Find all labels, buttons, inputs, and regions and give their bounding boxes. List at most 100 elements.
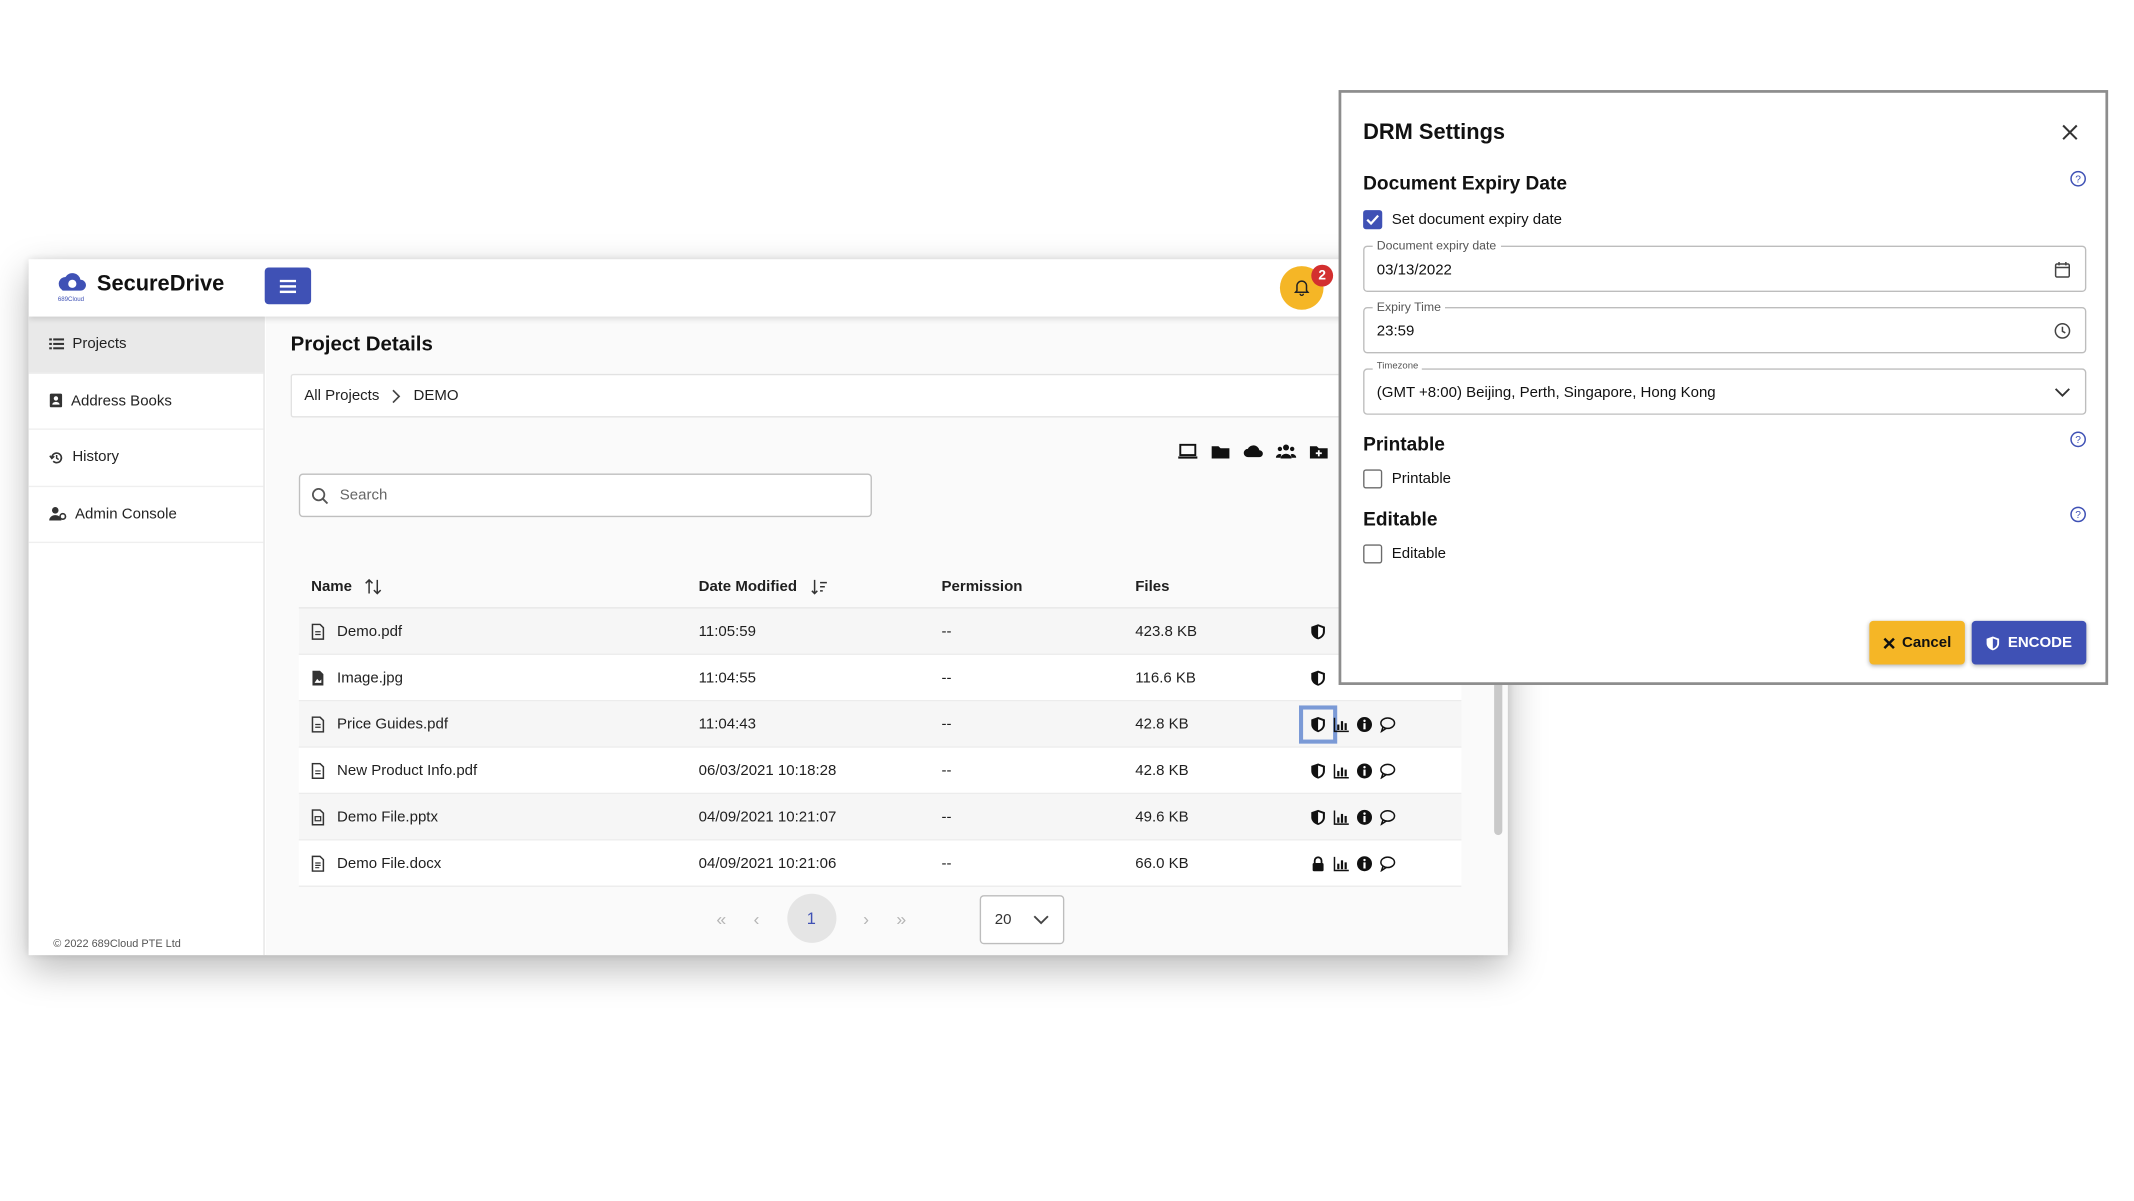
- column-header-files[interactable]: Files: [1122, 578, 1299, 594]
- breadcrumb-all-projects[interactable]: All Projects: [304, 388, 379, 404]
- sort-icon[interactable]: [364, 578, 382, 594]
- expiry-time-value[interactable]: 23:59: [1377, 323, 1415, 339]
- file-date: 11:04:55: [698, 669, 756, 686]
- expiry-date-field[interactable]: Document expiry date 03/13/2022: [1363, 238, 2087, 293]
- computer-upload-icon[interactable]: [1178, 442, 1198, 461]
- section-title-editable: Editable: [1363, 507, 1438, 530]
- sidebar-item-history[interactable]: History: [28, 430, 264, 487]
- file-date: 06/03/2021 10:18:28: [698, 762, 837, 779]
- help-icon[interactable]: ?: [2070, 506, 2086, 523]
- info-icon[interactable]: [1356, 716, 1373, 732]
- sidebar-item-address-books[interactable]: Address Books: [28, 373, 264, 430]
- encode-button[interactable]: ENCODE: [1971, 620, 2087, 665]
- printable-checkbox-row[interactable]: Printable: [1363, 469, 1451, 489]
- chart-icon[interactable]: [1333, 808, 1349, 825]
- table-row[interactable]: Image.jpg 11:04:55 -- 116.6 KB: [298, 654, 1462, 702]
- file-name[interactable]: Price Guides.pdf: [337, 716, 448, 732]
- expiry-date-value[interactable]: 03/13/2022: [1377, 262, 1452, 278]
- help-icon[interactable]: ?: [2070, 431, 2086, 448]
- close-icon[interactable]: [2060, 123, 2079, 142]
- shield-icon[interactable]: [1310, 669, 1326, 686]
- file-name[interactable]: Demo.pdf: [337, 623, 402, 639]
- table-row[interactable]: Demo File.docx 04/09/2021 10:21:06 -- 66…: [298, 840, 1462, 887]
- column-header-date-modified[interactable]: Date Modified: [685, 578, 928, 594]
- chevron-right-icon: [392, 388, 401, 403]
- page-size-select[interactable]: 20: [979, 895, 1065, 945]
- printable-checkbox[interactable]: [1363, 469, 1383, 489]
- column-header-name[interactable]: Name: [299, 578, 685, 594]
- lock-icon[interactable]: [1310, 855, 1326, 871]
- pdf-file-icon: [311, 715, 325, 732]
- sidebar-item-projects[interactable]: Projects: [28, 316, 264, 374]
- shield-icon[interactable]: [1310, 623, 1326, 639]
- cancel-button-label: Cancel: [1902, 634, 1952, 651]
- sidebar-item-label: Address Books: [70, 392, 172, 410]
- page-title: Project Details: [290, 332, 433, 357]
- breadcrumb: All Projects DEMO: [290, 373, 1369, 418]
- last-page-icon[interactable]: »: [896, 908, 906, 928]
- info-icon[interactable]: [1356, 808, 1373, 825]
- menu-toggle-button[interactable]: [264, 267, 312, 305]
- editable-checkbox-label: Editable: [1391, 545, 1447, 563]
- table-row[interactable]: Demo File.pptx 04/09/2021 10:21:07 -- 49…: [298, 794, 1462, 841]
- file-name[interactable]: Demo File.docx: [337, 855, 441, 871]
- first-page-icon[interactable]: «: [716, 908, 726, 928]
- screen-canvas: 689Cloud SecureDrive 2 Projects Address …: [0, 0, 2134, 1201]
- expiry-checkbox[interactable]: [1363, 210, 1383, 230]
- expiry-checkbox-row[interactable]: Set document expiry date: [1363, 210, 1562, 230]
- next-page-icon[interactable]: ›: [863, 908, 869, 928]
- users-icon[interactable]: [1275, 442, 1297, 461]
- file-date: 04/09/2021 10:21:07: [698, 808, 837, 825]
- chart-icon[interactable]: [1333, 716, 1349, 732]
- list-icon: [49, 338, 65, 350]
- sidebar-item-admin-console[interactable]: Admin Console: [28, 486, 264, 544]
- prev-page-icon[interactable]: ‹: [754, 908, 760, 928]
- pagination: « ‹ 1 › »: [716, 893, 906, 943]
- file-permission: --: [941, 622, 952, 640]
- cloud-icon[interactable]: [1243, 442, 1263, 461]
- table-row[interactable]: Price Guides.pdf 11:04:43 -- 42.8 KB: [298, 701, 1462, 748]
- file-size: 42.8 KB: [1135, 762, 1189, 779]
- vertical-scrollbar[interactable]: [1494, 671, 1503, 836]
- chart-icon[interactable]: [1333, 762, 1349, 778]
- clock-icon[interactable]: [2054, 322, 2072, 340]
- search-box: [298, 473, 872, 518]
- search-input[interactable]: [339, 487, 831, 504]
- sidebar-item-label: History: [72, 449, 120, 466]
- editable-checkbox[interactable]: [1363, 544, 1383, 564]
- editable-checkbox-row[interactable]: Editable: [1363, 544, 1447, 564]
- file-date: 04/09/2021 10:21:06: [698, 854, 837, 872]
- sort-descending-icon[interactable]: [811, 578, 829, 594]
- folder-icon[interactable]: [1210, 442, 1230, 461]
- comment-icon[interactable]: [1380, 855, 1396, 872]
- table-row[interactable]: Demo.pdf 11:05:59 -- 423.8 KB: [298, 608, 1462, 655]
- file-name[interactable]: Image.jpg: [337, 669, 403, 685]
- file-name[interactable]: New Product Info.pdf: [337, 762, 477, 778]
- column-header-permission[interactable]: Permission: [928, 578, 1122, 594]
- table-row[interactable]: New Product Info.pdf 06/03/2021 10:18:28…: [298, 747, 1462, 795]
- shield-icon[interactable]: [1310, 808, 1326, 825]
- section-title-expiry: Document Expiry Date: [1363, 171, 1567, 194]
- svg-text:?: ?: [2075, 174, 2081, 185]
- main-content: Project Details All Projects DEMO Search…: [266, 316, 1508, 956]
- shield-icon[interactable]: [1310, 762, 1326, 778]
- comment-icon[interactable]: [1380, 808, 1396, 826]
- timezone-select[interactable]: Timezone (GMT +8:00) Beijing, Perth, Sin…: [1363, 361, 2087, 415]
- shield-icon[interactable]: [1299, 704, 1338, 743]
- check-icon: [1366, 214, 1379, 226]
- comment-icon[interactable]: [1380, 762, 1396, 779]
- help-icon[interactable]: ?: [2070, 170, 2086, 187]
- docx-file-icon: [311, 854, 325, 872]
- info-icon[interactable]: [1356, 762, 1373, 778]
- cloud-logo-icon[interactable]: 689Cloud: [53, 270, 88, 303]
- expiry-time-field[interactable]: Expiry Time 23:59: [1363, 300, 2087, 354]
- calendar-icon[interactable]: [2054, 261, 2072, 279]
- comment-icon[interactable]: [1380, 716, 1396, 733]
- chart-icon[interactable]: [1333, 855, 1349, 871]
- current-page-button[interactable]: 1: [786, 893, 836, 943]
- file-name[interactable]: Demo File.pptx: [337, 808, 438, 824]
- breadcrumb-current[interactable]: DEMO: [413, 388, 458, 404]
- folder-add-icon[interactable]: [1309, 442, 1329, 461]
- cancel-button[interactable]: Cancel: [1869, 620, 1965, 665]
- info-icon[interactable]: [1356, 855, 1373, 871]
